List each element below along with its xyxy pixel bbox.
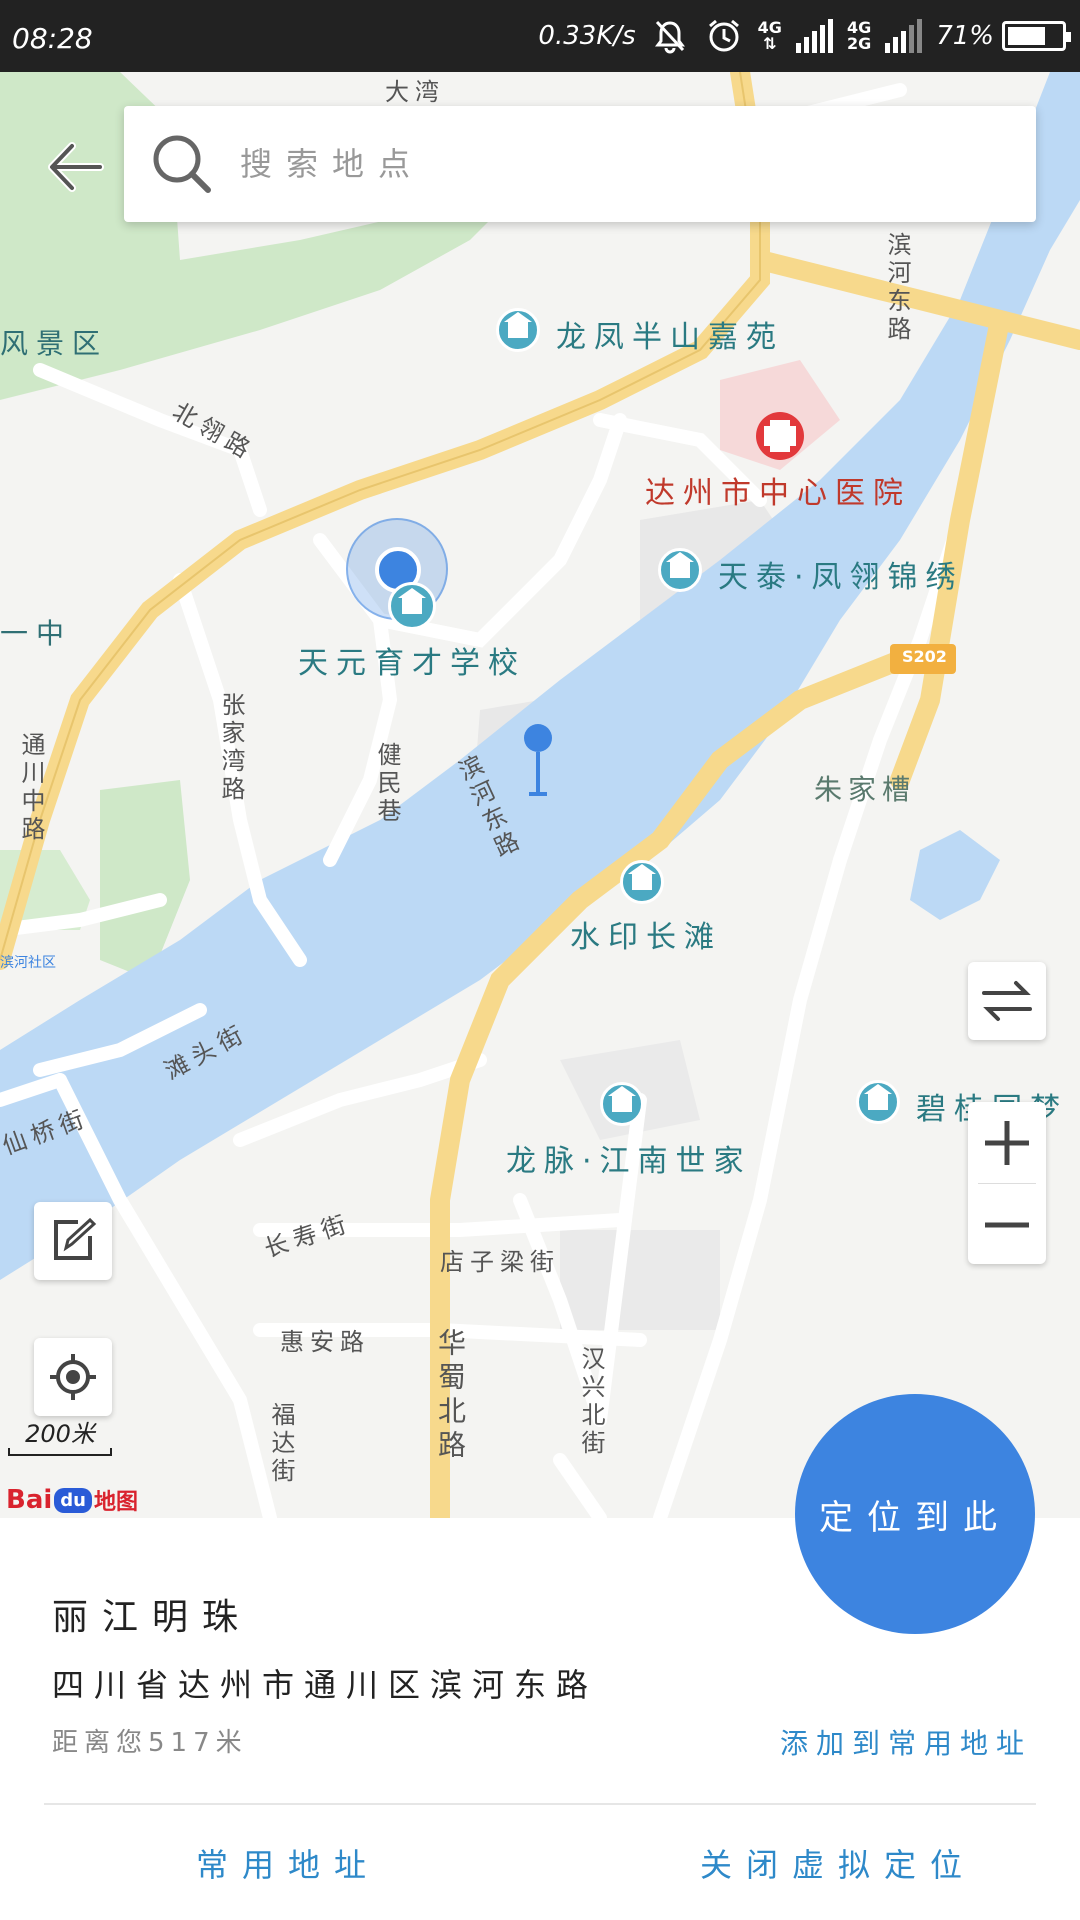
label-binhe-east-road-top: 滨河东路 <box>883 232 911 344</box>
plus-icon <box>985 1120 1029 1165</box>
edit-icon <box>54 1217 97 1260</box>
swap-arrows-icon <box>982 981 1032 1021</box>
poi-icon-bilin[interactable] <box>856 1080 900 1124</box>
label-jianmin-lane: 健民巷 <box>373 742 401 826</box>
locate-here-button[interactable]: 定位到此 <box>795 1394 1035 1634</box>
place-address: 四川省达州市通川区滨河东路 <box>52 1666 599 1704</box>
poi-icon-longmai[interactable] <box>600 1082 644 1126</box>
label-hospital[interactable]: 达州市中心医院 <box>645 468 911 512</box>
battery-status: 71% <box>936 21 1071 51</box>
baidu-logo: Bai du 地图 <box>6 1484 138 1516</box>
close-virtual-location-button[interactable]: 关闭虚拟定位 <box>700 1840 976 1886</box>
edit-button[interactable] <box>34 1202 112 1280</box>
label-dawan: 大湾 <box>385 78 445 106</box>
network-1-label: 4G <box>757 18 782 37</box>
locate-icon <box>50 1354 96 1400</box>
status-indicators: 0.33K/s 4G ⇅ 4G 2G 71% <box>538 14 1071 58</box>
label-tiantai[interactable]: 天泰·凤翎锦绣 <box>718 552 964 596</box>
label-dianziliang-street: 店子梁街 <box>440 1248 560 1276</box>
sheet-divider <box>44 1803 1036 1805</box>
label-longmai[interactable]: 龙脉·江南世家 <box>506 1136 752 1180</box>
label-hanxing-street: 汉兴北街 <box>577 1346 605 1458</box>
label-fuda-street: 福达街 <box>267 1402 295 1486</box>
add-common-address-link[interactable]: 添加到常用地址 <box>780 1722 1032 1762</box>
label-tongchuan-road: 通川中路 <box>17 732 45 844</box>
common-address-button[interactable]: 常用地址 <box>196 1840 380 1886</box>
scale-bar <box>8 1448 112 1456</box>
label-huashu-road: 华蜀北路 <box>434 1328 467 1464</box>
status-time: 08:28 <box>12 22 93 55</box>
status-bar: 08:28 0.33K/s 4G ⇅ 4G 2G 71% <box>0 0 1080 72</box>
label-scenic: 风景区 <box>0 327 109 360</box>
label-community: 滨河社区 <box>0 955 56 971</box>
label-shuiyin[interactable]: 水印长滩 <box>570 912 722 956</box>
place-name: 丽江明珠 <box>52 1597 253 1638</box>
battery-icon <box>1002 21 1071 51</box>
back-arrow-icon[interactable] <box>40 132 110 202</box>
label-zhujiacao: 朱家槽 <box>814 773 917 806</box>
brand-du: du <box>54 1487 92 1513</box>
battery-percent: 71% <box>936 21 994 51</box>
search-bar[interactable] <box>124 106 1036 222</box>
network-2-bottom-label: 2G <box>846 34 872 53</box>
signal-icon <box>795 19 833 53</box>
label-huian-road: 惠安路 <box>280 1328 370 1356</box>
label-longfeng[interactable]: 龙凤半山嘉苑 <box>556 312 784 356</box>
search-icon <box>150 132 214 196</box>
poi-icon-school[interactable] <box>388 582 436 630</box>
zoom-control <box>968 1102 1046 1264</box>
poi-icon-shuiyin[interactable] <box>620 860 664 904</box>
brand-map: 地图 <box>93 1490 138 1515</box>
alarm-icon <box>704 16 744 56</box>
switch-button[interactable] <box>968 962 1046 1040</box>
brand-bai: Bai <box>6 1485 53 1515</box>
label-zhangjiawan-road: 张家湾路 <box>217 692 245 804</box>
network-type-2: 4G 2G <box>847 20 871 52</box>
label-yizhong: 一中 <box>0 617 73 650</box>
label-school[interactable]: 天元育才学校 <box>298 638 526 682</box>
poi-icon-tiantai[interactable] <box>658 548 702 592</box>
selected-location-pin[interactable] <box>524 724 552 796</box>
network-type-1: 4G ⇅ <box>757 18 782 53</box>
scale-label: 200米 <box>25 1420 95 1448</box>
signal-2-icon <box>885 19 923 53</box>
place-distance: 距离您517米 <box>52 1728 248 1758</box>
minus-icon <box>985 1222 1029 1227</box>
map-view[interactable]: 大湾 风景区 龙凤半山嘉苑 滨河东路 达州市中心医院 北翎路 天泰·凤翎锦绣 天… <box>0 72 1080 1518</box>
poi-icon-longfeng[interactable] <box>496 308 540 352</box>
search-input[interactable] <box>240 145 940 183</box>
route-shield-s202: S202 <box>902 647 947 666</box>
zoom-out-button[interactable] <box>968 1184 1046 1265</box>
net-speed: 0.33K/s <box>538 21 636 51</box>
my-location-button[interactable] <box>34 1338 112 1416</box>
zoom-in-button[interactable] <box>968 1102 1046 1183</box>
bell-off-icon <box>650 16 690 56</box>
